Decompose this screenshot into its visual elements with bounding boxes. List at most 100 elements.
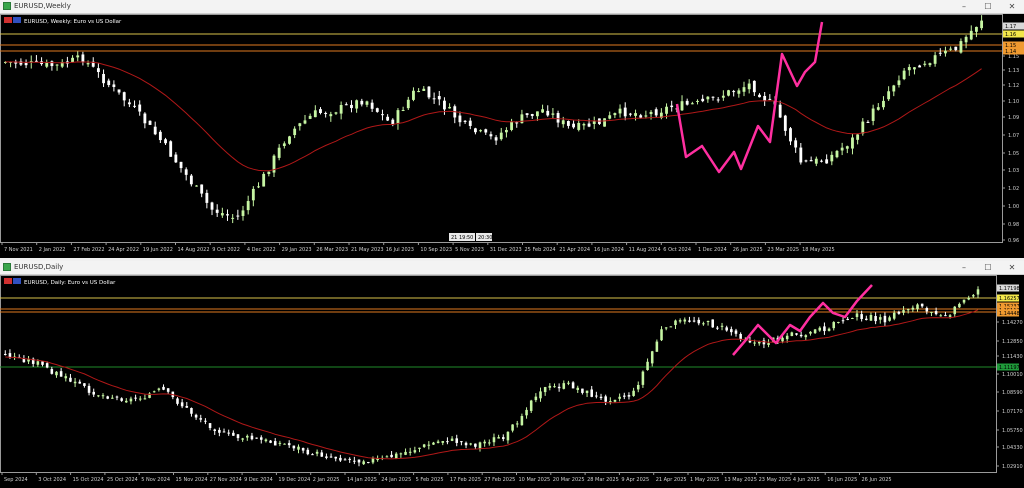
close-button[interactable]: ✕ xyxy=(1000,0,1024,13)
candle-body xyxy=(892,85,896,92)
candle-body xyxy=(257,186,260,188)
candle-body xyxy=(878,317,882,320)
candle-body xyxy=(492,437,496,443)
candle-body xyxy=(222,431,226,433)
candle-body xyxy=(543,387,547,393)
candle-body xyxy=(781,337,784,342)
candle-body xyxy=(463,120,467,122)
daily-chart-svg[interactable]: EURUSD, Daily: Euro vs US Dollar 1.14270 1… xyxy=(0,275,1024,488)
candle-body xyxy=(845,146,849,149)
candle-body xyxy=(827,328,831,331)
candle-body xyxy=(972,295,975,297)
candle-body xyxy=(561,120,565,125)
candle-body xyxy=(418,447,421,449)
candle-body xyxy=(413,450,417,453)
date-axis-label: 14 Aug 2022 xyxy=(178,247,210,253)
candle-body xyxy=(581,388,584,393)
candle-body xyxy=(55,64,59,66)
price-axis-label: 1.09 xyxy=(1008,115,1019,121)
candle-body xyxy=(394,453,398,459)
candle-body xyxy=(582,124,586,126)
candle-body xyxy=(107,80,111,86)
minimize-button[interactable]: – xyxy=(952,0,976,13)
candle-body xyxy=(343,459,347,461)
candle-body xyxy=(737,90,741,94)
candle-body xyxy=(329,456,333,458)
candle-body xyxy=(646,361,649,371)
date-axis-label: 16 Jul 2023 xyxy=(386,247,414,253)
candle-body xyxy=(758,94,761,98)
candle-body xyxy=(778,104,782,118)
candle-body xyxy=(767,343,770,345)
candle-body xyxy=(603,118,606,127)
price-tag-label: 1.11197 xyxy=(999,365,1020,371)
candle-body xyxy=(866,121,870,123)
daily-chart-window[interactable]: EURUSD,Daily – ☐ ✕ EURUSD, Daily: Euro v… xyxy=(0,261,1024,488)
candle-body xyxy=(213,429,216,431)
price-axis-label: 1.02 xyxy=(1008,186,1019,192)
candle-body xyxy=(920,303,924,307)
candle-body xyxy=(832,322,836,329)
candle-body xyxy=(396,110,400,124)
candle-body xyxy=(78,381,82,384)
weekly-chart-area[interactable]: EURUSD, Weekly: Euro vs US Dollar 1.15 1.1… xyxy=(0,14,1024,258)
candle-body xyxy=(138,104,142,112)
minimize-button[interactable]: – xyxy=(952,261,976,274)
candle-body xyxy=(911,307,915,310)
candle-body xyxy=(906,309,910,311)
candle-body xyxy=(367,462,370,464)
candle-body xyxy=(511,424,514,431)
candle-body xyxy=(484,129,488,133)
candle-body xyxy=(112,84,116,87)
candle-body xyxy=(166,388,170,392)
candle-body xyxy=(365,101,369,105)
daily-chart-area[interactable]: EURUSD, Daily: Euro vs US Dollar 1.14270 1… xyxy=(0,275,1024,488)
maximize-button[interactable]: ☐ xyxy=(976,0,1000,13)
candle-body xyxy=(949,48,953,50)
candle-body xyxy=(92,391,95,395)
candle-body xyxy=(71,57,74,63)
candle-body xyxy=(551,113,555,115)
weekly-titlebar[interactable]: EURUSD,Weekly – ☐ ✕ xyxy=(0,0,1024,14)
candle-body xyxy=(208,423,212,429)
weekly-chart-window[interactable]: EURUSD,Weekly – ☐ ✕ EURUSD, Weekly: Euro… xyxy=(0,0,1024,258)
candle-body xyxy=(432,98,436,100)
candle-body xyxy=(87,385,91,393)
candle-body xyxy=(448,106,452,109)
candle-body xyxy=(101,395,105,397)
candle-body xyxy=(928,63,932,66)
candle-body xyxy=(497,437,500,439)
daily-titlebar[interactable]: EURUSD,Daily – ☐ ✕ xyxy=(0,261,1024,275)
candle-body xyxy=(613,113,617,116)
date-axis-label: 15 Oct 2024 xyxy=(73,477,104,483)
candle-body xyxy=(530,114,534,116)
candle-body xyxy=(319,109,322,114)
maximize-button[interactable]: ☐ xyxy=(976,261,1000,274)
candle-body xyxy=(133,105,136,107)
candle-body xyxy=(269,440,272,443)
date-axis-label: 29 Jan 2023 xyxy=(282,247,312,253)
date-axis-label: 2 Jan 2025 xyxy=(313,477,340,483)
candle-body xyxy=(199,418,203,420)
candle-body xyxy=(618,108,622,114)
candle-body xyxy=(553,386,556,388)
candle-body xyxy=(97,395,100,397)
date-axis-label: 15 Nov 2024 xyxy=(176,477,208,483)
candle-body xyxy=(515,122,519,124)
candle-body xyxy=(980,20,984,29)
candle-body xyxy=(654,109,658,116)
candle-body xyxy=(220,213,224,216)
candle-body xyxy=(546,110,550,116)
close-button[interactable]: ✕ xyxy=(1000,261,1024,274)
candle-body xyxy=(562,383,566,389)
candle-body xyxy=(437,96,441,100)
candle-body xyxy=(122,92,126,101)
candle-body xyxy=(794,140,798,148)
weekly-chart-svg[interactable]: EURUSD, Weekly: Euro vs US Dollar1.151.1… xyxy=(0,14,1024,258)
date-axis-label: 11 Aug 2024 xyxy=(629,247,661,253)
candle-body xyxy=(732,91,736,93)
candle-body xyxy=(768,98,772,100)
candle-body xyxy=(218,429,221,433)
candle-body xyxy=(474,443,477,447)
date-axis-label: 25 Oct 2024 xyxy=(107,477,138,483)
